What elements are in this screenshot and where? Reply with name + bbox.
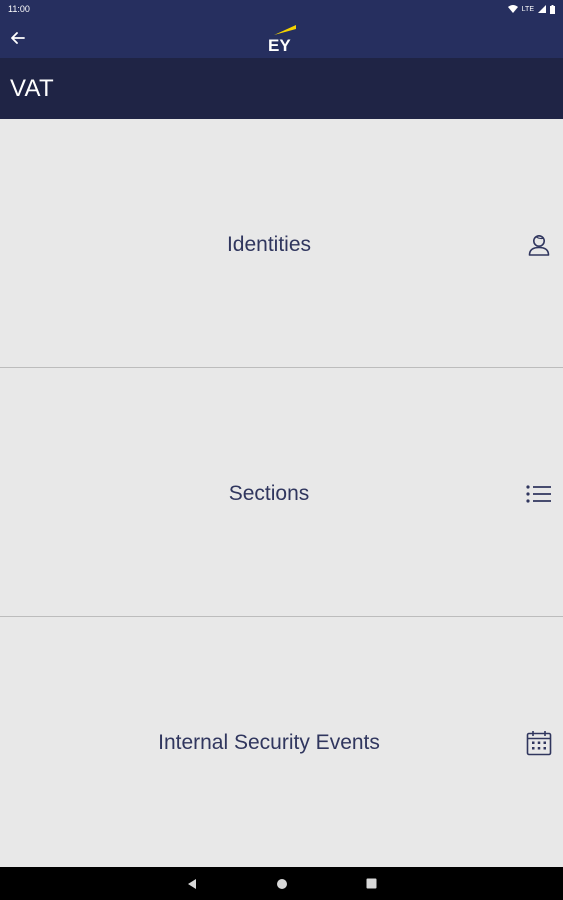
signal-icon [538, 5, 546, 13]
back-button[interactable] [7, 28, 29, 48]
page-title-bar: VAT [0, 58, 563, 119]
menu-item-identities[interactable]: Identities [0, 119, 563, 368]
person-icon [525, 231, 553, 259]
back-arrow-icon [11, 32, 25, 44]
status-bar: 11:00 LTE [0, 0, 563, 18]
app-header: EY [0, 18, 563, 58]
nav-recents-button[interactable] [365, 877, 379, 891]
status-time: 11:00 [8, 4, 30, 14]
menu-item-sections[interactable]: Sections [0, 368, 563, 617]
recents-square-icon [366, 878, 377, 889]
nav-home-button[interactable] [275, 877, 289, 891]
system-navigation-bar [0, 867, 563, 900]
page-title: VAT [10, 74, 55, 102]
menu-item-label: Internal Security Events [158, 731, 380, 754]
menu-list: Identities Sections Internal Security Ev… [0, 119, 563, 867]
app-screen: 11:00 LTE EY VAT Identities Sections Int… [0, 0, 563, 900]
back-triangle-icon [187, 878, 196, 889]
menu-item-label: Identities [226, 233, 312, 256]
battery-icon [550, 4, 555, 14]
wifi-icon [507, 5, 518, 13]
status-icons: LTE [507, 4, 555, 14]
home-circle-icon [276, 878, 287, 889]
nav-back-button[interactable] [185, 877, 199, 891]
network-type: LTE [521, 5, 534, 13]
list-icon [525, 480, 553, 508]
calendar-icon [525, 729, 553, 757]
ey-logo: EY [266, 22, 300, 55]
menu-item-label: Sections [228, 482, 310, 505]
logo-text: EY [268, 36, 291, 54]
menu-item-internal-security-events[interactable]: Internal Security Events [0, 617, 563, 867]
